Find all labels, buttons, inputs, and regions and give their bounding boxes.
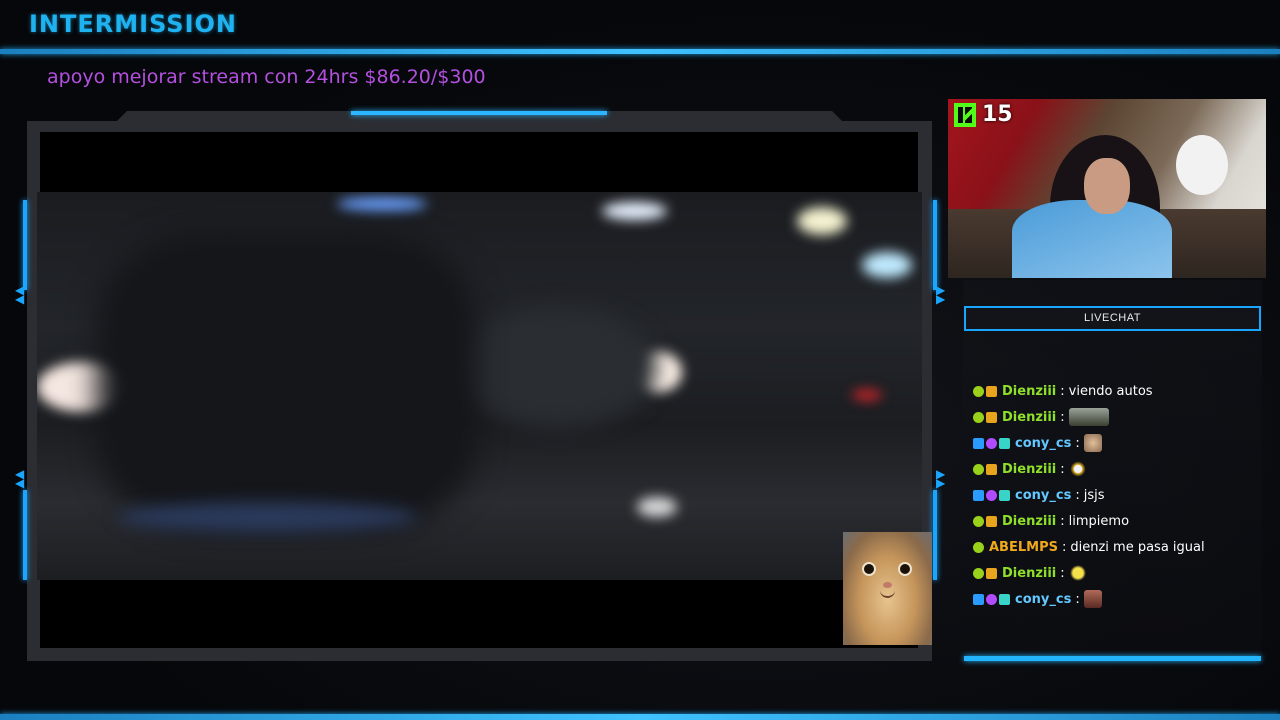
- viewer-badge: 15: [954, 102, 1013, 127]
- emote-dance-icon: [1068, 460, 1087, 478]
- chat-separator: :: [1075, 487, 1080, 503]
- right-chevron-icon: ▶ ▶: [936, 283, 946, 306]
- chat-bottom-accent: [964, 656, 1261, 661]
- chat-username[interactable]: cony_cs: [1015, 436, 1071, 451]
- left-chevron-icon: ◀ ◀: [15, 283, 25, 306]
- kick-icon: [954, 102, 976, 127]
- vip-badge-icon: [973, 437, 984, 449]
- donation-goal: apoyo mejorar stream con 24hrs $86.20/$3…: [47, 66, 486, 88]
- chat-text: jsjs: [1083, 487, 1105, 503]
- chat-text: dienzi me pasa igual: [1070, 539, 1205, 555]
- chat-username[interactable]: Dienziii: [1002, 384, 1056, 399]
- bottom-accent-line: [0, 714, 1280, 720]
- mod-badge-icon: [986, 489, 997, 501]
- right-accent-bar-top: [933, 200, 937, 290]
- left-chevron-icon: ◀ ◀: [15, 467, 25, 490]
- emote-car-icon: [1068, 408, 1109, 426]
- chat-username[interactable]: cony_cs: [1015, 488, 1071, 503]
- og-badge-icon: [973, 411, 984, 423]
- vip-badge-icon: [973, 593, 984, 605]
- chat-separator: :: [1060, 383, 1065, 399]
- chat-username[interactable]: Dienziii: [1002, 462, 1056, 477]
- chat-message: cony_cs:: [973, 430, 1258, 456]
- chat-message: Dienziii: viendo autos: [973, 378, 1258, 404]
- mod-badge-icon: [986, 437, 997, 449]
- chat-message-list: Dienziii: viendo autos Dienziii: cony_cs: Di…: [973, 378, 1258, 612]
- og-badge-icon: [973, 385, 984, 397]
- chat-message: ABELMPS: dienzi me pasa igual: [973, 534, 1258, 560]
- chat-separator: :: [1060, 565, 1065, 581]
- chat-username[interactable]: cony_cs: [1015, 592, 1071, 607]
- chat-message: Dienziii:: [973, 456, 1258, 482]
- left-accent-bar-top: [23, 200, 27, 290]
- video-player[interactable]: [37, 192, 922, 580]
- streamer-face: [1084, 158, 1130, 214]
- chat-username[interactable]: Dienziii: [1002, 514, 1056, 529]
- overlay-title: INTERMISSION: [29, 10, 237, 38]
- panda-plush: [1176, 135, 1228, 195]
- mod-badge-icon: [986, 593, 997, 605]
- chat-header: LIVECHAT: [964, 306, 1261, 331]
- chat-message: Dienziii:: [973, 560, 1258, 586]
- video-frame-accent: [351, 111, 607, 115]
- chat-separator: :: [1061, 539, 1067, 555]
- right-accent-bar-bottom: [933, 490, 937, 580]
- stream-overlay: INTERMISSION apoyo mejorar stream con 24…: [0, 0, 1280, 720]
- chat-username[interactable]: Dienziii: [1002, 410, 1056, 425]
- chat-separator: :: [1060, 513, 1065, 529]
- og-badge-icon: [973, 515, 984, 527]
- chat-text: limpiemo: [1068, 513, 1130, 529]
- chat-separator: :: [1060, 461, 1065, 477]
- emote-sponge-icon: [1068, 564, 1087, 582]
- chat-username[interactable]: ABELMPS: [989, 540, 1058, 555]
- sub-badge-icon: [986, 385, 997, 397]
- gift-badge-icon: [999, 593, 1010, 605]
- gift-badge-icon: [999, 489, 1010, 501]
- chat-message: cony_cs:: [973, 586, 1258, 612]
- og-badge-icon: [973, 541, 984, 553]
- sub-badge-icon: [986, 567, 997, 579]
- emote-cat-icon: [1083, 434, 1102, 452]
- chat-separator: :: [1075, 435, 1080, 451]
- sub-badge-icon: [986, 515, 997, 527]
- top-accent-line: [0, 49, 1280, 54]
- streamer-body: [1012, 200, 1172, 278]
- chat-message: Dienziii:: [973, 404, 1258, 430]
- sub-badge-icon: [986, 463, 997, 475]
- vip-badge-icon: [973, 489, 984, 501]
- right-chevron-icon: ▶ ▶: [936, 467, 946, 490]
- viewer-count: 15: [982, 102, 1013, 127]
- og-badge-icon: [973, 463, 984, 475]
- og-badge-icon: [973, 567, 984, 579]
- chat-separator: :: [1060, 409, 1065, 425]
- chat-separator: :: [1075, 591, 1080, 607]
- cat-camera: [843, 532, 932, 645]
- left-accent-bar-bottom: [23, 490, 27, 580]
- emote-face-icon: [1083, 590, 1102, 608]
- sub-badge-icon: [986, 411, 997, 423]
- chat-text: viendo autos: [1068, 383, 1153, 399]
- chat-message: Dienziii: limpiemo: [973, 508, 1258, 534]
- gift-badge-icon: [999, 437, 1010, 449]
- chat-message: cony_cs: jsjs: [973, 482, 1258, 508]
- chat-username[interactable]: Dienziii: [1002, 566, 1056, 581]
